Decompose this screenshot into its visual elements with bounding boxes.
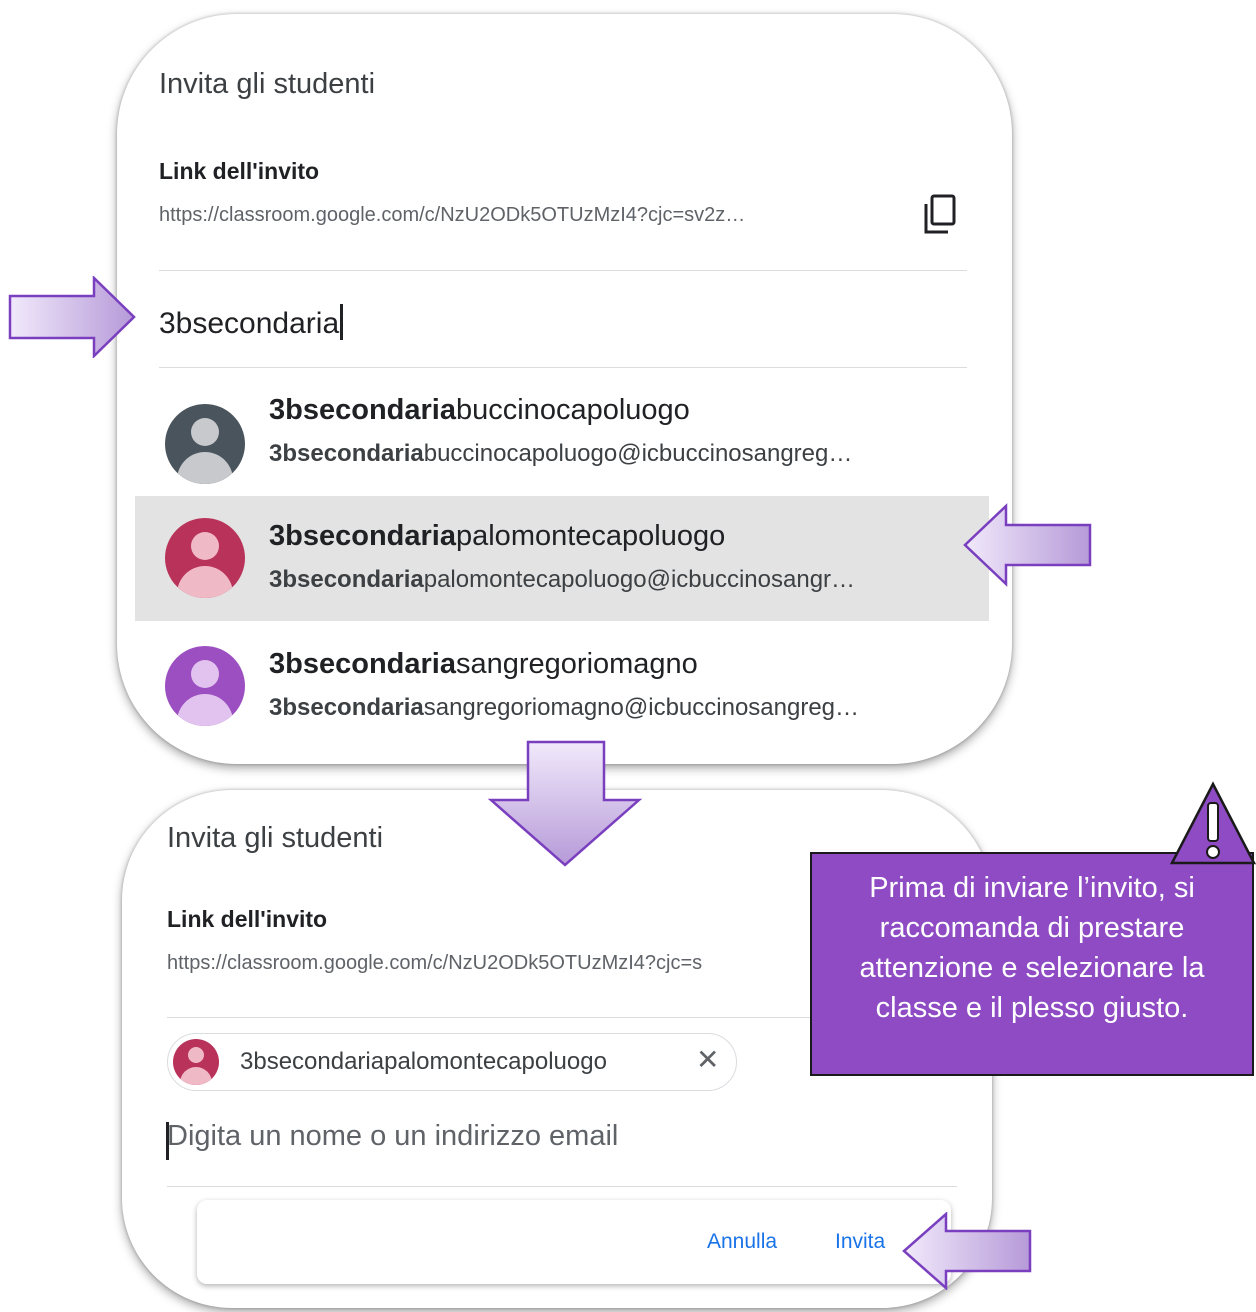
avatar [173,1039,219,1085]
invite-dialog-search: Invita gli studenti Link dell'invito htt… [117,14,1012,764]
avatar [165,518,245,598]
divider [159,270,967,271]
search-input-value: 3bsecondaria [159,307,340,340]
callout-arrow-down [488,740,642,867]
result-name: 3bsecondariabuccinocapoluogo [269,394,690,426]
result-item-selected[interactable]: 3bsecondariapalomontecapoluogo 3bseconda… [135,496,989,621]
dialog-title: Invita gli studenti [167,822,384,854]
chip-label: 3bsecondariapalomontecapoluogo [240,1048,607,1075]
warning-text: Prima di inviare l’invito, si raccomanda… [859,872,1205,1024]
close-icon[interactable]: ✕ [696,1043,719,1076]
result-email: 3bsecondariasangregoriomagno@icbuccinosa… [269,694,860,721]
divider [167,1186,957,1187]
callout-arrow-left [902,1212,1032,1290]
copy-icon[interactable] [922,194,958,236]
result-item[interactable]: 3bsecondariasangregoriomagno 3bsecondari… [117,624,1012,749]
result-email: 3bsecondariapalomontecapoluogo@icbuccino… [269,566,856,593]
warning-triangle-icon [1170,781,1256,865]
invite-link-url: https://classroom.google.com/c/NzU2ODk5O… [159,204,746,226]
result-name: 3bsecondariasangregoriomagno [269,648,698,680]
result-item[interactable]: 3bsecondariabuccinocapoluogo 3bsecondari… [117,382,1012,507]
dialog-actions: Annulla Invita [197,1200,951,1284]
text-caret [340,304,344,340]
avatar [165,646,245,726]
divider [159,367,967,368]
invite-link-label: Link dell'invito [167,906,328,932]
selected-recipient-chip[interactable]: 3bsecondariapalomontecapoluogo ✕ [167,1033,737,1091]
invite-button[interactable]: Invita [835,1230,885,1254]
callout-arrow-right [8,276,136,358]
callout-arrow-left [963,503,1092,587]
invite-link-url: https://classroom.google.com/c/NzU2ODk5O… [167,952,703,974]
avatar [165,404,245,484]
recipient-input[interactable]: Digita un nome o un indirizzo email [167,1120,618,1153]
dialog-title: Invita gli studenti [159,68,376,100]
invite-link-label: Link dell'invito [159,158,320,184]
search-input[interactable]: 3bsecondaria [159,304,344,341]
warning-note: Prima di inviare l’invito, si raccomanda… [810,852,1254,1076]
result-email: 3bsecondariabuccinocapoluogo@icbuccinosa… [269,440,853,467]
result-name: 3bsecondariapalomontecapoluogo [269,520,726,552]
cancel-button[interactable]: Annulla [707,1230,777,1254]
